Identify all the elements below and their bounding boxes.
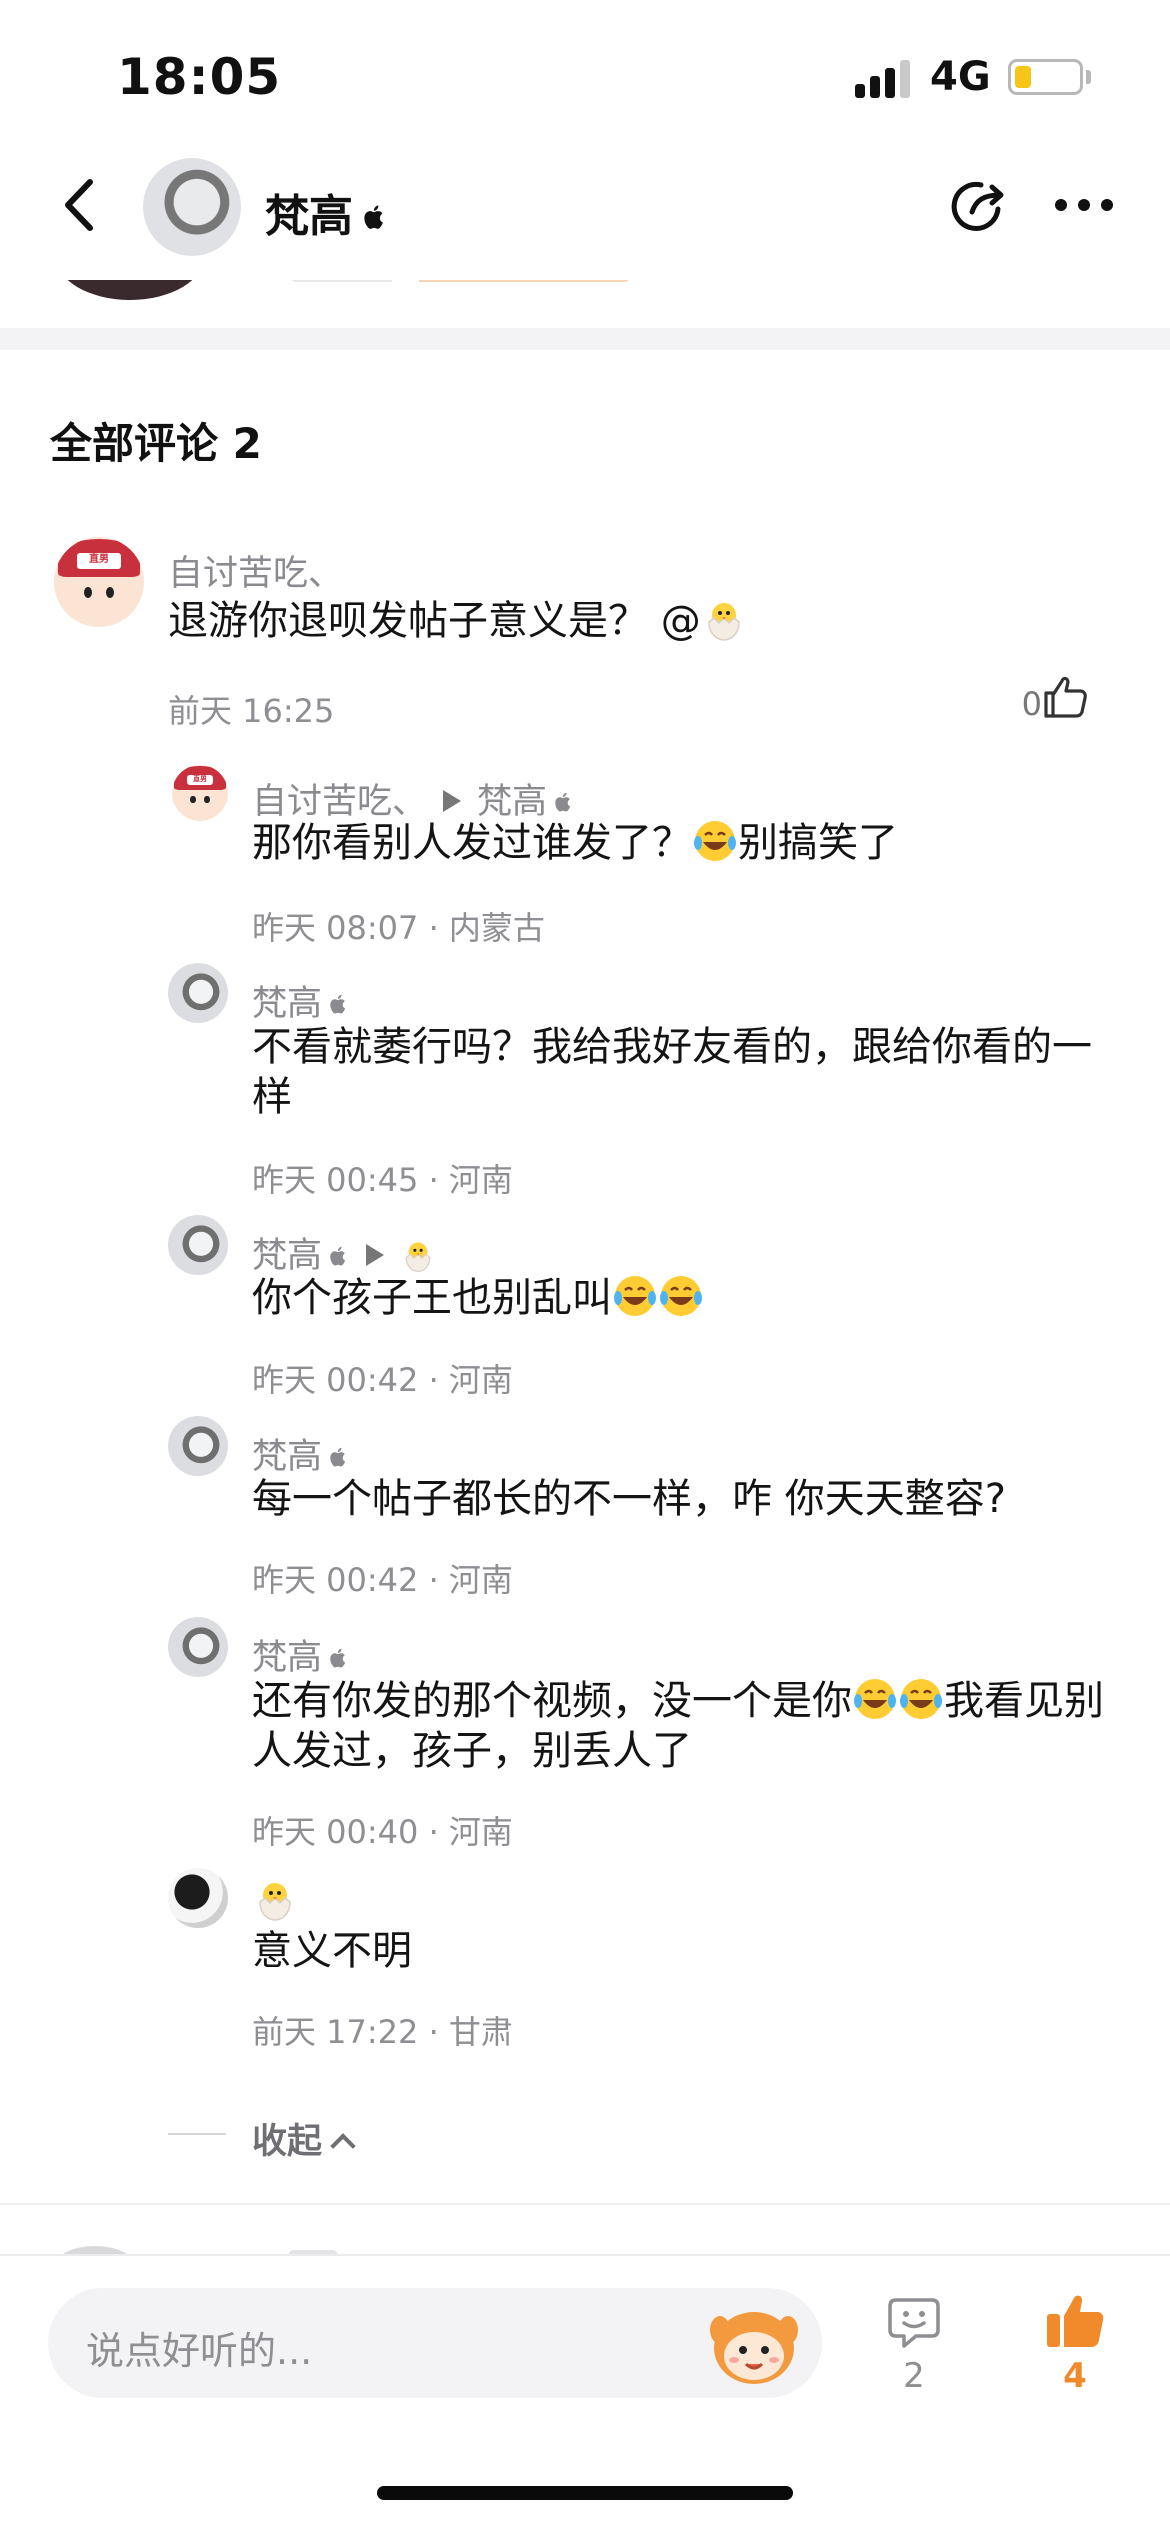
battery-icon bbox=[1008, 59, 1083, 95]
share-arrow-icon[interactable] bbox=[950, 176, 1012, 238]
apple-icon bbox=[330, 1246, 346, 1266]
comment-text-body: 退游你退呗发帖子意义是？ @ bbox=[168, 598, 701, 644]
reply-meta: 昨天 08:07 · 内蒙古 bbox=[252, 909, 545, 947]
comment-separator bbox=[0, 2203, 1170, 2205]
reply-meta: 昨天 00:45 · 河南 bbox=[252, 1161, 513, 1199]
apple-icon bbox=[555, 792, 571, 812]
reply-username-label: 梵高 bbox=[252, 1236, 323, 1276]
avatar[interactable] bbox=[168, 1868, 228, 1928]
comment-count: 2 bbox=[903, 2356, 925, 2396]
reply-username[interactable] bbox=[252, 1876, 298, 1923]
reply-arrow-icon bbox=[366, 1244, 385, 1266]
collapse-divider-line bbox=[168, 2133, 226, 2135]
reply-username[interactable]: 自讨苦吃、 梵高 bbox=[252, 773, 575, 824]
chevron-up-icon bbox=[330, 2133, 356, 2159]
reply-text[interactable]: 不看就萎行吗？我给我好友看的，跟给你看的一样 bbox=[252, 1022, 1122, 1122]
profile-name-label: 梵高 bbox=[265, 191, 353, 242]
apple-icon bbox=[330, 994, 346, 1014]
home-indicator[interactable] bbox=[377, 2486, 793, 2500]
reply-text-tail: 别搞笑了 bbox=[738, 820, 898, 866]
comment-text[interactable]: 退游你退呗发帖子意义是？ @ bbox=[168, 596, 747, 646]
reply-username[interactable]: 梵高 bbox=[252, 1629, 350, 1680]
avatar[interactable] bbox=[168, 963, 228, 1023]
reply-text[interactable]: 还有你发的那个视频，没一个是你 我看见别人发过，孩子，别丢人了 bbox=[252, 1676, 1132, 1776]
chevron-left-icon[interactable] bbox=[56, 176, 106, 234]
nav-header: 梵高 bbox=[0, 150, 1170, 280]
avatar[interactable] bbox=[168, 1416, 228, 1476]
laughing-tears-emoji-icon bbox=[614, 1276, 656, 1316]
mascot-emoji-picker-icon[interactable] bbox=[708, 2300, 800, 2388]
avatar[interactable] bbox=[168, 1617, 228, 1677]
reply-text-body: 你个孩子王也别乱叫 bbox=[252, 1275, 612, 1321]
reply-text-body: 还有你发的那个视频，没一个是你 bbox=[252, 1678, 852, 1724]
collapse-label: 收起 bbox=[252, 2122, 323, 2162]
section-divider bbox=[0, 328, 1170, 350]
status-time: 18:05 bbox=[117, 48, 282, 106]
reply-text[interactable]: 那你看别人发过谁发了？ 别搞笑了 bbox=[252, 818, 898, 868]
reply-meta: 昨天 00:42 · 河南 bbox=[252, 1361, 513, 1399]
comment-timestamp: 前天 16:25 bbox=[168, 692, 335, 730]
reply-text[interactable]: 意义不明 bbox=[252, 1926, 412, 1976]
laughing-tears-emoji-icon bbox=[660, 1276, 702, 1316]
chick-emoji-icon bbox=[259, 1883, 291, 1921]
reply-username-label: 梵高 bbox=[252, 1638, 323, 1678]
comments-section-title: 全部评论 2 bbox=[50, 419, 262, 468]
reply-text-body: 那你看别人发过谁发了？ bbox=[252, 820, 692, 866]
laughing-tears-emoji-icon bbox=[694, 821, 736, 861]
thumbs-up-icon[interactable] bbox=[1040, 672, 1090, 722]
comment-input[interactable]: 说点好听的... bbox=[48, 2288, 822, 2398]
avatar[interactable] bbox=[143, 158, 241, 256]
network-label: 4G bbox=[930, 54, 991, 100]
reply-username-label: 梵高 bbox=[252, 984, 323, 1024]
reply-meta: 前天 17:22 · 甘肃 bbox=[252, 2013, 513, 2051]
comment-bubble-icon[interactable] bbox=[886, 2294, 942, 2350]
reply-username-label: 自讨苦吃、 bbox=[252, 782, 428, 822]
reply-username[interactable]: 梵高 bbox=[252, 1428, 350, 1479]
laughing-tears-emoji-icon bbox=[900, 1679, 942, 1719]
avatar[interactable]: 直男 bbox=[54, 537, 144, 627]
reply-meta: 昨天 00:40 · 河南 bbox=[252, 1813, 513, 1851]
reply-text[interactable]: 你个孩子王也别乱叫 bbox=[252, 1273, 704, 1323]
reply-username[interactable]: 梵高 bbox=[252, 1227, 436, 1278]
reply-username-label: 梵高 bbox=[252, 1437, 323, 1477]
chick-emoji-icon bbox=[707, 603, 740, 641]
chick-emoji-icon bbox=[405, 1242, 431, 1273]
battery-level-fill bbox=[1015, 66, 1031, 88]
apple-icon bbox=[364, 205, 383, 229]
thumbs-up-filled-icon[interactable] bbox=[1044, 2292, 1106, 2350]
status-bar: 18:05 4G bbox=[0, 0, 1170, 150]
more-dots-icon[interactable] bbox=[1055, 195, 1113, 215]
like-total-count: 4 bbox=[1063, 2356, 1087, 2396]
reply-text[interactable]: 每一个帖子都长的不一样，咋 你天天整容? bbox=[252, 1474, 1006, 1524]
comment-username[interactable]: 自讨苦吃、 bbox=[168, 545, 343, 596]
apple-icon bbox=[330, 1447, 346, 1467]
collapse-replies-button[interactable]: 收起 bbox=[252, 2113, 356, 2164]
avatar[interactable] bbox=[168, 1215, 228, 1275]
reply-arrow-icon bbox=[443, 790, 462, 812]
avatar[interactable]: 直男 bbox=[172, 765, 228, 821]
reply-username[interactable]: 梵高 bbox=[252, 975, 350, 1026]
profile-name[interactable]: 梵高 bbox=[265, 180, 389, 244]
cellular-signal-icon bbox=[855, 58, 915, 98]
comment-input-placeholder: 说点好听的... bbox=[86, 2329, 313, 2373]
reply-meta: 昨天 00:42 · 河南 bbox=[252, 1561, 513, 1599]
laughing-tears-emoji-icon bbox=[854, 1679, 896, 1719]
reply-to-username: 梵高 bbox=[477, 782, 548, 822]
apple-icon bbox=[330, 1648, 346, 1668]
battery-cap bbox=[1086, 70, 1091, 84]
